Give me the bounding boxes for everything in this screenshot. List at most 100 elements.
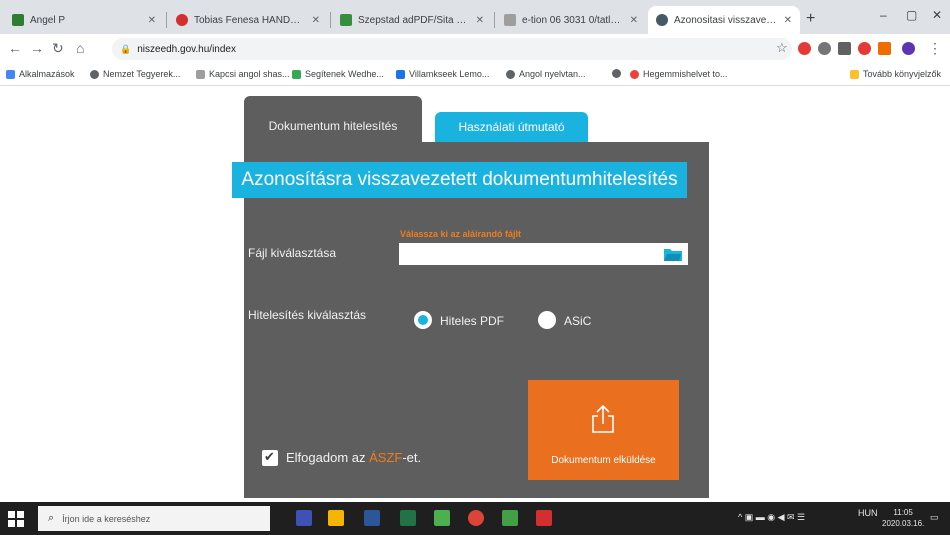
globe-icon (506, 69, 515, 79)
tab-divider (166, 12, 167, 28)
bookmark-item[interactable] (612, 69, 625, 78)
back-icon[interactable]: ← (8, 40, 22, 56)
windows-taskbar: ⌕ Írjon ide a kereséshez ^ ▣ ▬ ◉ ◀ ✉ ☰ H… (0, 502, 950, 535)
reload-icon[interactable]: ↻ (52, 40, 64, 57)
tab-user-guide[interactable]: Használati útmutató (435, 112, 588, 142)
bookmark-item[interactable]: Villamkseek Lemo... (396, 69, 489, 79)
browser-toolbar: ← → ↻ ⌂ 🔒 niszeedh.gov.hu/index ☆ ⋮ (0, 34, 950, 64)
tab-favicon-icon (504, 14, 516, 26)
taskbar-clock[interactable]: 11:05 2020.03.16. (882, 507, 924, 529)
browser-tab-2[interactable]: Tobias Fenesa HANDOONE BU ✕ (168, 6, 328, 34)
tab-favicon-icon (12, 14, 24, 26)
clock-time: 11:05 (893, 508, 913, 517)
apps-grid-icon (6, 69, 15, 79)
bookmark-item[interactable]: Kapcsi angol shas... (196, 69, 290, 79)
tab-title: Szepstad adPDF/Sita Mitsu (358, 14, 470, 26)
browser-tab-active[interactable]: Azonositasi visszavezetett d ✕ (648, 6, 800, 34)
extension-stop-icon[interactable] (798, 42, 811, 55)
tab-favicon-icon (176, 14, 188, 26)
word-icon[interactable] (364, 510, 380, 526)
pdf-reader-icon[interactable] (536, 510, 552, 526)
upload-icon (592, 404, 614, 433)
close-tab-icon[interactable]: ✕ (476, 15, 484, 26)
globe-icon (90, 69, 99, 79)
address-bar[interactable]: 🔒 niszeedh.gov.hu/index (112, 38, 792, 60)
browser-tab-3[interactable]: Szepstad adPDF/Sita Mitsu ✕ (332, 6, 492, 34)
close-tab-icon[interactable]: ✕ (148, 15, 156, 26)
tab-label: Dokumentum hitelesítés (268, 119, 398, 133)
bookmark-label: Kapcsi angol shas... (209, 69, 290, 79)
menu-dots-icon[interactable]: ⋮ (928, 40, 942, 57)
terms-link[interactable]: ÁSZF (369, 450, 402, 465)
bookmark-item[interactable]: Hegemmishelvet to... (630, 69, 728, 79)
bookmarks-bar: Alkalmazások Nemzet Tegyerek... Kapcsi a… (0, 64, 950, 86)
bookmark-label: Nemzet Tegyerek... (103, 69, 181, 79)
close-tab-icon[interactable]: ✕ (784, 15, 792, 26)
minimize-icon[interactable]: – (880, 8, 887, 22)
maximize-icon[interactable]: ▢ (906, 8, 917, 22)
m-icon (292, 69, 301, 79)
bookmark-label: Alkalmazások (19, 69, 75, 79)
notifications-icon[interactable]: ▭ (930, 512, 939, 523)
bookmark-label: Hegemmishelvet to... (643, 69, 728, 79)
other-bookmarks[interactable]: Tovább könyvjelzők (850, 69, 941, 79)
radio-hiteles-pdf[interactable] (414, 311, 432, 329)
auth-select-label: Hitelesítés kiválasztás (248, 308, 367, 322)
folder-open-icon[interactable] (663, 246, 683, 262)
taskbar-app-icon[interactable] (434, 510, 450, 526)
tab-title: Angel P (30, 14, 66, 26)
tab-divider (494, 12, 495, 28)
globe-icon (612, 69, 621, 78)
browser-tab-4[interactable]: e-tion 06 3031 0/tatlanok ✕ (496, 6, 646, 34)
accept-terms-checkbox[interactable] (262, 449, 278, 466)
radio-label: ASiC (564, 314, 592, 328)
folder-icon (850, 69, 859, 79)
lock-icon: 🔒 (120, 43, 132, 54)
close-tab-icon[interactable]: ✕ (312, 15, 320, 26)
bookmark-item[interactable]: Segítenek Wedhe... (292, 69, 384, 79)
bookmark-label: Segítenek Wedhe... (305, 69, 384, 79)
file-explorer-icon[interactable] (328, 510, 344, 526)
file-select-label: Fájl kiválasztása (248, 246, 337, 260)
new-tab-icon[interactable]: + (806, 10, 815, 28)
bookmark-label: Angol nyelvtan... (519, 69, 586, 79)
home-icon[interactable]: ⌂ (76, 40, 84, 56)
red-circle-icon (630, 69, 639, 79)
extension-icon[interactable] (838, 42, 851, 55)
accept-terms-label: Elfogadom az ÁSZF-et. (286, 450, 421, 465)
profile-avatar-icon[interactable] (902, 42, 915, 55)
tab-title: e-tion 06 3031 0/tatlanok (522, 14, 624, 26)
forward-icon[interactable]: → (30, 40, 44, 56)
file-input[interactable] (399, 243, 688, 265)
page-icon (196, 69, 205, 79)
extension-cart-icon[interactable] (878, 42, 891, 55)
close-tab-icon[interactable]: ✕ (630, 15, 638, 26)
extension-icon[interactable] (858, 42, 871, 55)
tab-favicon-icon (340, 14, 352, 26)
submit-label: Dokumentum elküldése (551, 455, 656, 466)
bookmark-item[interactable]: Nemzet Tegyerek... (90, 69, 180, 79)
bookmark-label: Tovább könyvjelzők (863, 69, 942, 79)
language-indicator[interactable]: HUN (858, 508, 878, 518)
chrome-icon[interactable] (468, 510, 484, 526)
file-hint: Válassza ki az aláírandó fájlt (400, 229, 522, 239)
radio-asic[interactable] (538, 311, 556, 329)
browser-tab-1[interactable]: Angel P ✕ (4, 6, 164, 34)
accept-text: -et. (402, 450, 422, 465)
submit-document-button[interactable]: Dokumentum elküldése (528, 380, 679, 480)
taskbar-app-icon[interactable] (296, 510, 312, 526)
tab-label: Használati útmutató (458, 120, 565, 134)
excel-icon[interactable] (400, 510, 416, 526)
taskbar-app-icon[interactable] (502, 510, 518, 526)
system-tray-icons[interactable]: ^ ▣ ▬ ◉ ◀ ✉ ☰ (738, 512, 805, 523)
tab-favicon-icon (656, 14, 668, 26)
clock-date: 2020.03.16. (882, 519, 925, 528)
bookmark-item[interactable]: Alkalmazások (6, 69, 75, 79)
extension-icon[interactable] (818, 42, 831, 55)
windows-start-icon[interactable] (8, 511, 24, 527)
bookmark-star-icon[interactable]: ☆ (776, 40, 788, 56)
taskbar-search-input[interactable]: ⌕ Írjon ide a kereséshez (38, 506, 270, 531)
radio-label: Hiteles PDF (440, 314, 505, 328)
bookmark-item[interactable]: Angol nyelvtan... (506, 69, 586, 79)
close-window-icon[interactable]: ✕ (932, 8, 942, 22)
